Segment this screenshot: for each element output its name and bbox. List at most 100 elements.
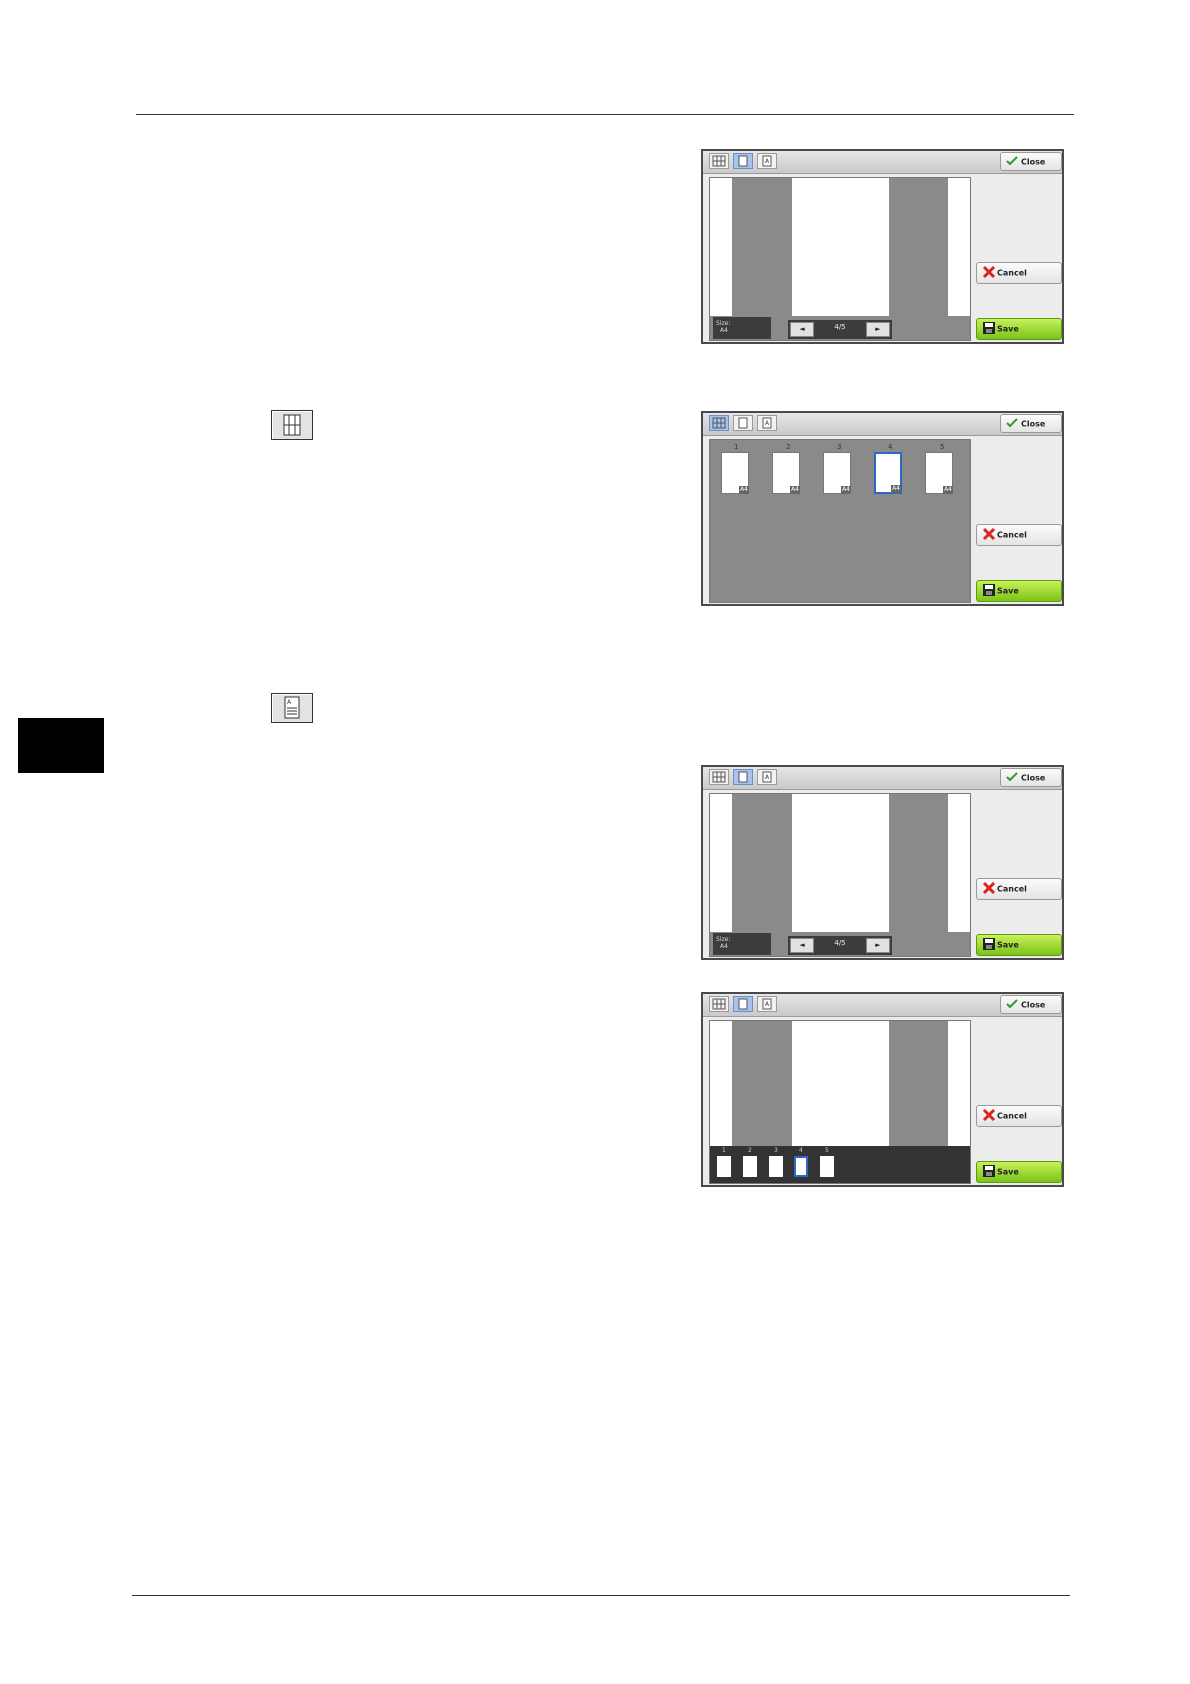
cancel-label: Cancel xyxy=(997,268,1027,278)
checkmark-icon xyxy=(1006,155,1018,168)
cancel-button[interactable]: Cancel xyxy=(976,262,1062,284)
thumbnail-view-button[interactable] xyxy=(709,415,729,431)
cancel-label: Cancel xyxy=(997,884,1027,894)
detail-view-icon: A xyxy=(271,693,313,723)
strip-number: 4 xyxy=(799,1147,803,1154)
thumbnail-number: 2 xyxy=(786,443,791,451)
preview-screen-3: A Close Size: A4 ◄ 4/5 ► Cancel Save xyxy=(701,765,1064,960)
page-view-button[interactable] xyxy=(733,415,753,431)
size-label: Size: xyxy=(716,936,731,943)
thumbnail-number: 3 xyxy=(837,443,842,451)
prev-page-button[interactable]: ◄ xyxy=(790,322,814,337)
save-button[interactable]: Save xyxy=(976,318,1062,340)
thumbnail-view-icon xyxy=(271,410,313,440)
strip-page-2[interactable] xyxy=(743,1156,757,1177)
thumbnail-page-4[interactable]: A4 xyxy=(874,452,902,494)
strip-number: 1 xyxy=(722,1147,726,1154)
thumbnail-size: A4 xyxy=(943,486,953,494)
close-button[interactable]: Close xyxy=(1000,152,1062,171)
thumbnail-size: A4 xyxy=(790,486,800,494)
floppy-disk-icon xyxy=(982,937,996,953)
view-toolbar: A Close xyxy=(703,151,1062,174)
cancel-x-icon xyxy=(982,1108,996,1124)
cancel-button[interactable]: Cancel xyxy=(976,1105,1062,1127)
current-page xyxy=(792,1021,889,1159)
strip-number: 2 xyxy=(748,1147,752,1154)
save-button[interactable]: Save xyxy=(976,580,1062,602)
thumbnail-view-button[interactable] xyxy=(709,996,729,1012)
page-viewer[interactable]: Size: A4 ◄ 4/5 ► xyxy=(709,793,971,957)
thumbnail-strip: 1 2 3 4 5 xyxy=(710,1146,970,1183)
save-label: Save xyxy=(997,324,1019,334)
next-page-edge xyxy=(948,178,970,316)
strip-page-5[interactable] xyxy=(820,1156,834,1177)
thumbnail-page-5[interactable]: A4 xyxy=(925,452,953,494)
save-button[interactable]: Save xyxy=(976,1161,1062,1183)
detail-view-button[interactable]: A xyxy=(757,996,777,1012)
thumbnail-page-1[interactable]: A4 xyxy=(721,452,749,494)
next-page-button[interactable]: ► xyxy=(866,938,890,953)
page-counter: 4/5 xyxy=(834,939,846,947)
checkmark-icon xyxy=(1006,771,1018,784)
thumbnail-view-button[interactable] xyxy=(709,769,729,785)
thumbnail-page-3[interactable]: A4 xyxy=(823,452,851,494)
cancel-x-icon xyxy=(982,265,996,281)
next-page-button[interactable]: ► xyxy=(866,322,890,337)
close-button[interactable]: Close xyxy=(1000,414,1062,433)
floppy-disk-icon xyxy=(982,321,996,337)
page-viewer[interactable]: Size: A4 ◄ 4/5 ► xyxy=(709,177,971,341)
page-view-button[interactable] xyxy=(733,996,753,1012)
preview-screen-4: A Close 1 2 3 4 5 Cancel Save xyxy=(701,992,1064,1187)
next-page-edge xyxy=(948,1021,970,1159)
save-label: Save xyxy=(997,586,1019,596)
page-counter: 4/5 xyxy=(834,323,846,331)
strip-page-4[interactable] xyxy=(794,1156,808,1177)
strip-page-3[interactable] xyxy=(769,1156,783,1177)
page-navigator: ◄ 4/5 ► xyxy=(788,320,892,339)
thumbnail-view-button[interactable] xyxy=(709,153,729,169)
preview-screen-1: A Close Size: A4 ◄ 4/5 ► Cancel Save xyxy=(701,149,1064,344)
previous-page-edge xyxy=(710,178,732,316)
save-label: Save xyxy=(997,1167,1019,1177)
prev-page-button[interactable]: ◄ xyxy=(790,938,814,953)
thumbnail-number: 5 xyxy=(940,443,945,451)
page-view-button[interactable] xyxy=(733,769,753,785)
close-label: Close xyxy=(1021,157,1046,166)
thumbnail-size: A4 xyxy=(841,486,851,494)
current-page xyxy=(792,794,889,932)
thumbnail-size: A4 xyxy=(739,486,749,494)
size-value: A4 xyxy=(720,943,728,950)
detail-view-button[interactable]: A xyxy=(757,769,777,785)
page-viewer[interactable]: 1 2 3 4 5 xyxy=(709,1020,971,1184)
close-label: Close xyxy=(1021,773,1046,782)
current-page xyxy=(792,178,889,316)
cancel-label: Cancel xyxy=(997,530,1027,540)
thumbnail-size: A4 xyxy=(891,485,901,493)
floppy-disk-icon xyxy=(982,583,996,599)
detail-view-button[interactable]: A xyxy=(757,415,777,431)
checkmark-icon xyxy=(1006,417,1018,430)
cancel-x-icon xyxy=(982,527,996,543)
thumbnail-page-2[interactable]: A4 xyxy=(772,452,800,494)
thumbnail-number: 4 xyxy=(888,443,893,451)
close-button[interactable]: Close xyxy=(1000,768,1062,787)
size-value: A4 xyxy=(720,327,728,334)
page-view-button[interactable] xyxy=(733,153,753,169)
chapter-tab xyxy=(18,718,104,773)
detail-view-button[interactable]: A xyxy=(757,153,777,169)
close-button[interactable]: Close xyxy=(1000,995,1062,1014)
checkmark-icon xyxy=(1006,998,1018,1011)
cancel-label: Cancel xyxy=(997,1111,1027,1121)
cancel-button[interactable]: Cancel xyxy=(976,524,1062,546)
strip-page-1[interactable] xyxy=(717,1156,731,1177)
strip-number: 3 xyxy=(774,1147,778,1154)
previous-page-edge xyxy=(710,794,732,932)
floppy-disk-icon xyxy=(982,1164,996,1180)
save-button[interactable]: Save xyxy=(976,934,1062,956)
size-info: Size: A4 xyxy=(713,317,771,339)
save-label: Save xyxy=(997,940,1019,950)
cancel-button[interactable]: Cancel xyxy=(976,878,1062,900)
thumbnail-grid: 1 A4 2 A4 3 A4 4 A4 5 A4 xyxy=(709,439,971,603)
preview-screen-2: A Close 1 A4 2 A4 3 A4 4 A4 5 A4 Cancel … xyxy=(701,411,1064,606)
view-toolbar: A Close xyxy=(703,413,1062,436)
